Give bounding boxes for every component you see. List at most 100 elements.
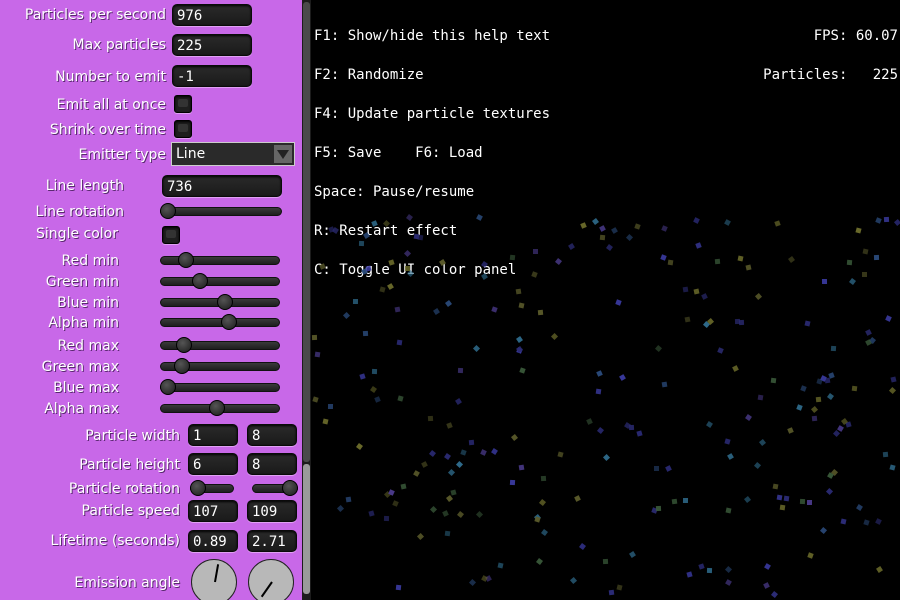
particle [840, 518, 847, 525]
particle-width-min-field[interactable]: 1 [188, 424, 238, 446]
particle [400, 483, 407, 490]
particle [511, 434, 519, 442]
help-line: F5: Save F6: Load [314, 145, 483, 161]
particle [355, 443, 363, 451]
particle [717, 347, 724, 354]
particle-rotation-max-slider[interactable] [252, 480, 298, 496]
particle [580, 221, 588, 229]
particle [450, 488, 457, 496]
particle-width-max-field[interactable]: 8 [247, 424, 297, 446]
blue-min-slider[interactable] [160, 294, 280, 310]
particle-speed-min-field[interactable]: 107 [188, 500, 238, 522]
blue-max-slider[interactable] [160, 379, 280, 395]
particle [327, 403, 333, 409]
particle-height-min-field[interactable]: 6 [188, 453, 238, 475]
particle [714, 259, 721, 265]
emitter-type-dropdown[interactable]: Line [171, 142, 295, 166]
particle [628, 425, 635, 431]
lifetime-min-field[interactable]: 0.89 [188, 530, 238, 552]
particle [744, 496, 752, 504]
particle [412, 470, 420, 478]
particle [875, 517, 882, 525]
slider-knob[interactable] [175, 337, 192, 353]
particle [811, 405, 819, 413]
line-rotation-slider[interactable] [160, 203, 282, 219]
particle [518, 302, 525, 308]
particle [654, 466, 660, 472]
particle [816, 378, 823, 385]
slider-knob[interactable] [177, 252, 194, 268]
particle [396, 339, 403, 346]
alpha-max-label: Alpha max [44, 401, 119, 417]
particle [608, 590, 615, 596]
lifetime-max-field[interactable]: 2.71 [247, 530, 297, 552]
particle [770, 590, 778, 598]
particles-per-second-field[interactable]: 976 [172, 4, 252, 26]
emit-all-at-once-checkbox[interactable] [174, 95, 192, 113]
particle [445, 530, 451, 536]
particle [671, 499, 678, 505]
help-line: F2: Randomize [314, 67, 424, 83]
particle [705, 420, 713, 428]
slider-knob[interactable] [208, 400, 225, 416]
green-min-slider[interactable] [160, 273, 280, 289]
particle [706, 568, 713, 574]
particle-speed-max-field[interactable]: 109 [247, 500, 297, 522]
line-length-field[interactable]: 736 [162, 175, 282, 197]
particle [602, 559, 608, 565]
shrink-over-time-checkbox[interactable] [174, 120, 192, 138]
green-max-label: Green max [41, 359, 119, 375]
particle [374, 395, 381, 403]
particle [851, 385, 858, 392]
number-to-emit-field[interactable]: -1 [172, 65, 252, 87]
particle [509, 479, 516, 485]
red-max-slider[interactable] [160, 337, 280, 353]
particle [731, 364, 739, 372]
scrollbar-track[interactable] [303, 2, 310, 462]
particle [795, 404, 803, 411]
particle [432, 307, 440, 315]
particle-rotation-min-slider[interactable] [190, 480, 234, 496]
slider-knob[interactable] [190, 480, 206, 496]
particle [579, 542, 587, 550]
slider-knob[interactable] [160, 203, 176, 219]
particle [693, 288, 700, 295]
slider-knob[interactable] [173, 358, 190, 374]
panel-scrollbar[interactable] [302, 0, 311, 600]
particle [799, 498, 805, 505]
particle [862, 248, 869, 255]
particle [800, 385, 808, 392]
emission-angle-max-dial[interactable] [248, 559, 294, 600]
emission-angle-min-dial[interactable] [191, 559, 237, 600]
red-min-slider[interactable] [160, 252, 280, 268]
emitter-type-label: Emitter type [78, 147, 166, 163]
scrollbar-thumb[interactable] [303, 464, 310, 594]
chevron-down-icon[interactable] [274, 145, 292, 163]
particle [700, 293, 708, 300]
green-max-slider[interactable] [160, 358, 280, 374]
help-line: R: Restart effect [314, 223, 458, 239]
particle [444, 452, 452, 460]
particle [758, 395, 764, 401]
particle [596, 427, 604, 435]
particle [616, 583, 623, 591]
slider-knob[interactable] [160, 379, 176, 395]
particle [655, 506, 662, 512]
particle [368, 510, 375, 517]
slider-knob[interactable] [221, 314, 238, 330]
number-to-emit-label: Number to emit [55, 69, 166, 85]
slider-knob[interactable] [217, 294, 234, 310]
particle-viewport[interactable]: F1: Show/hide this help text F2: Randomi… [311, 0, 900, 600]
particle [661, 224, 669, 232]
alpha-max-slider[interactable] [160, 400, 280, 416]
slider-knob[interactable] [192, 273, 209, 289]
particle [753, 462, 761, 470]
emit-all-at-once-label: Emit all at once [56, 97, 166, 113]
particle [555, 257, 563, 265]
slider-knob[interactable] [282, 480, 298, 496]
max-particles-field[interactable]: 225 [172, 34, 252, 56]
particle-height-max-field[interactable]: 8 [247, 453, 297, 475]
alpha-min-slider[interactable] [160, 314, 280, 330]
particle [707, 317, 715, 325]
single-color-checkbox[interactable] [162, 226, 180, 244]
